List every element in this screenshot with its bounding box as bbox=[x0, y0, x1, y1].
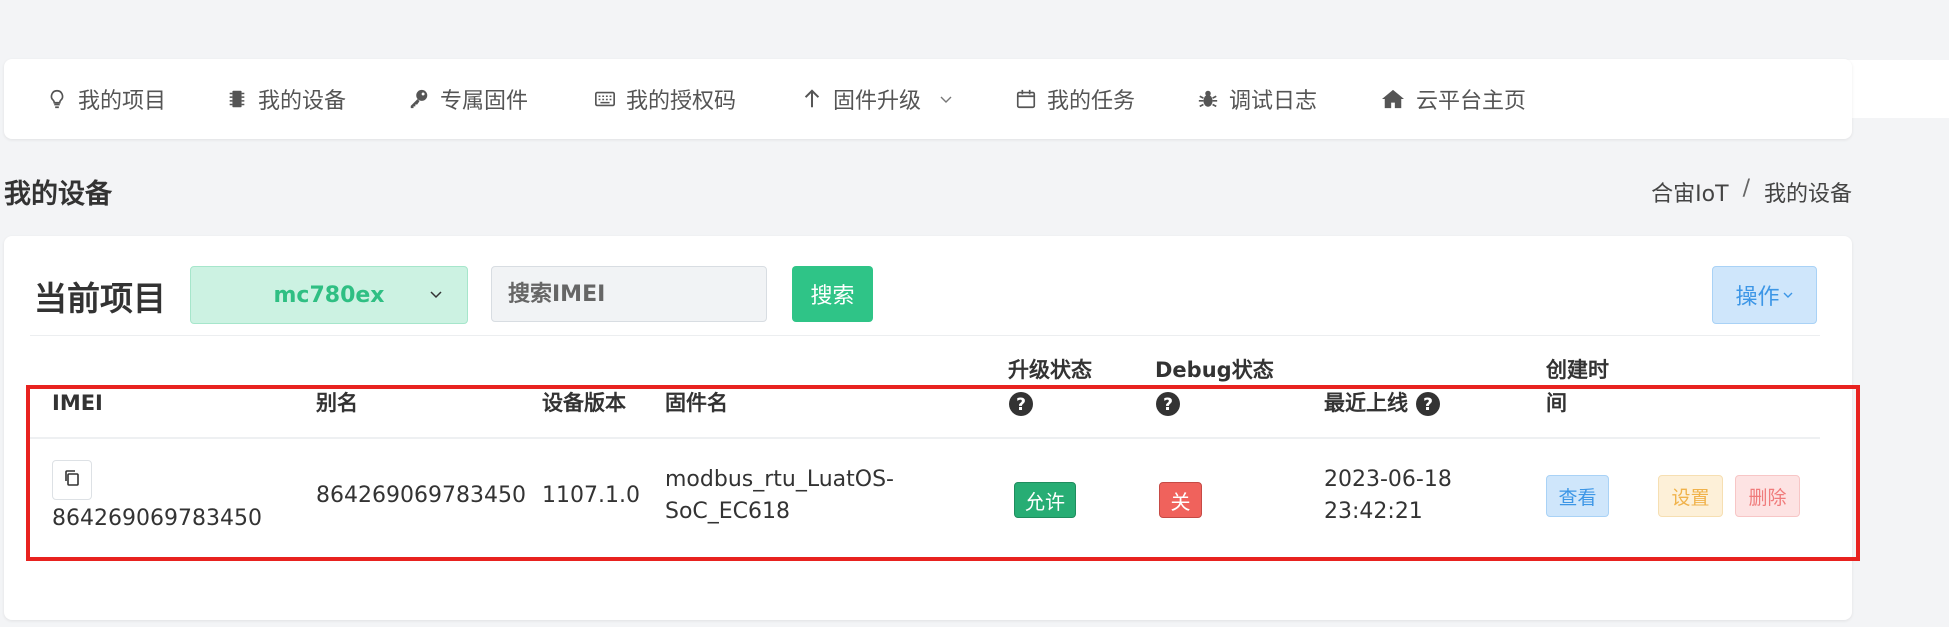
highlight-annotation-box bbox=[26, 385, 1860, 561]
project-select[interactable]: mc780ex bbox=[190, 266, 468, 324]
nav-item-cloud-home[interactable]: 云平台主页 bbox=[1380, 59, 1526, 139]
page-title: 我的设备 bbox=[4, 179, 112, 210]
breadcrumb-root[interactable]: 合宙IoT bbox=[1651, 176, 1728, 208]
nav-item-label: 专属固件 bbox=[440, 89, 529, 114]
nav-item-my-tasks[interactable]: 我的任务 bbox=[1015, 59, 1135, 139]
nav-item-dedicated-firmware[interactable]: 专属固件 bbox=[408, 59, 528, 139]
nav-item-label: 云平台主页 bbox=[1416, 89, 1527, 114]
nav-item-firmware-upgrade[interactable]: 固件升级 bbox=[801, 59, 953, 139]
nav-item-label: 固件升级 bbox=[833, 89, 922, 114]
nav-item-debug-logs[interactable]: 调试日志 bbox=[1197, 59, 1317, 139]
column-header-created-line1: 创建时 bbox=[1546, 358, 1609, 382]
bug-icon bbox=[1197, 88, 1219, 110]
column-header-debug-status-label: Debug状态 bbox=[1155, 358, 1274, 382]
operations-label: 操作 bbox=[1735, 285, 1780, 310]
imei-search-input[interactable] bbox=[491, 266, 767, 322]
top-nav: 我的项目 我的设备 专属固件 我的授权码 固件升级 我的任务 调试日志 云平台主… bbox=[4, 59, 1852, 139]
search-button[interactable]: 搜索 bbox=[792, 266, 873, 322]
breadcrumb-separator: / bbox=[1742, 176, 1750, 201]
chip-icon bbox=[226, 88, 248, 110]
current-project-label: 当前项目 bbox=[34, 279, 166, 318]
breadcrumb: 合宙IoT / 我的设备 bbox=[1651, 176, 1852, 208]
toolbar-divider bbox=[30, 335, 1820, 336]
nav-item-label: 我的授权码 bbox=[626, 89, 737, 114]
nav-item-label: 我的任务 bbox=[1047, 89, 1136, 114]
breadcrumb-current: 我的设备 bbox=[1763, 182, 1852, 207]
chevron-down-icon bbox=[939, 92, 953, 106]
lightbulb-icon bbox=[46, 88, 68, 110]
arrow-up-icon bbox=[801, 88, 823, 110]
calendar-icon bbox=[1015, 88, 1037, 110]
key-icon bbox=[408, 88, 430, 110]
nav-item-my-projects[interactable]: 我的项目 bbox=[46, 59, 166, 139]
nav-item-label: 我的设备 bbox=[258, 89, 347, 114]
chevron-down-icon bbox=[1782, 289, 1794, 301]
project-select-value: mc780ex bbox=[273, 282, 385, 308]
operations-dropdown-button[interactable]: 操作 bbox=[1712, 266, 1817, 324]
home-icon bbox=[1380, 88, 1406, 110]
chevron-down-icon bbox=[429, 287, 443, 301]
column-header-upgrade-status-label: 升级状态 bbox=[1008, 358, 1092, 382]
keyboard-icon bbox=[594, 88, 616, 110]
nav-item-label: 调试日志 bbox=[1229, 89, 1318, 114]
nav-item-label: 我的项目 bbox=[78, 89, 167, 114]
nav-item-my-devices[interactable]: 我的设备 bbox=[226, 59, 346, 139]
background-panel-top bbox=[1690, 0, 1949, 60]
nav-item-auth-codes[interactable]: 我的授权码 bbox=[594, 59, 736, 139]
